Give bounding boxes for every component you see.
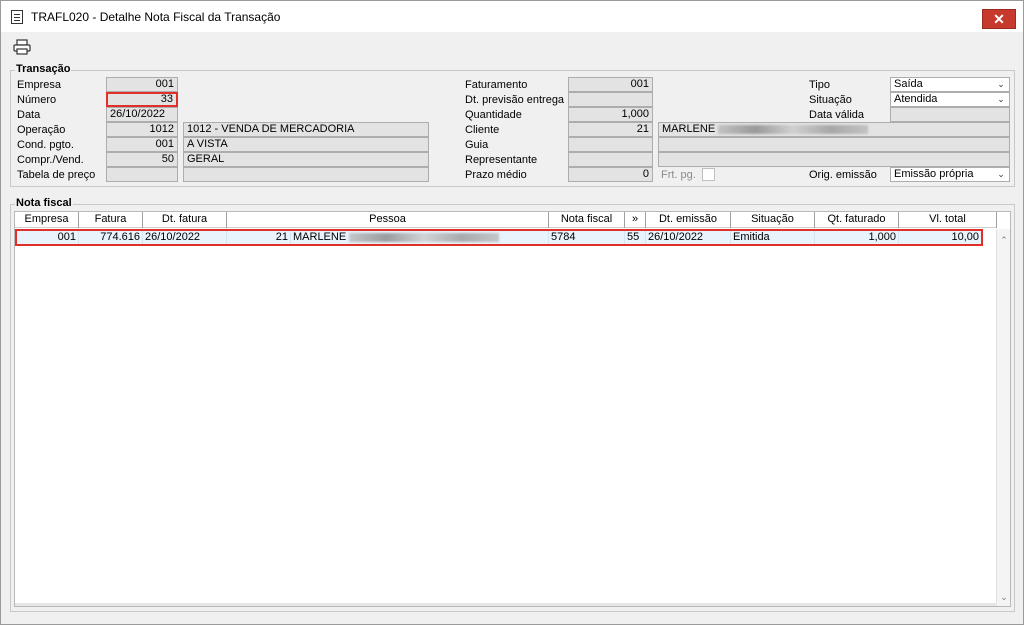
tipo-label: Tipo <box>809 79 830 91</box>
numero-field[interactable]: 33 <box>106 92 178 107</box>
window: TRAFL020 - Detalhe Nota Fiscal da Transa… <box>0 0 1024 625</box>
guia-desc-field <box>658 137 1010 152</box>
nota-fiscal-grid[interactable]: Empresa Fatura Dt. fatura Pessoa Nota fi… <box>14 211 1011 607</box>
scroll-up-icon[interactable]: ⌃ <box>997 233 1011 247</box>
column-header-situacao[interactable]: Situação <box>731 212 815 228</box>
nota-fiscal-group-label: Nota fiscal <box>15 197 73 209</box>
cell-dt-fatura: 26/10/2022 <box>143 231 227 244</box>
empresa-field[interactable]: 001 <box>106 77 178 92</box>
faturamento-field[interactable]: 001 <box>568 77 653 92</box>
orig-emissao-value: Emissão própria <box>894 168 974 180</box>
window-title: TRAFL020 - Detalhe Nota Fiscal da Transa… <box>31 10 281 24</box>
tipo-value: Saída <box>894 78 923 90</box>
data-valida-field[interactable] <box>890 107 1010 122</box>
column-header-nota-fiscal[interactable]: Nota fiscal <box>549 212 625 228</box>
frt-pg-label: Frt. pg. <box>661 169 696 181</box>
document-icon <box>11 10 23 24</box>
cliente-code-field[interactable]: 21 <box>568 122 653 137</box>
tabela-preco-code-field[interactable] <box>106 167 178 182</box>
empresa-label: Empresa <box>17 79 62 91</box>
cell-fatura: 774.616 <box>79 231 143 244</box>
pessoa-name: MARLENE <box>293 231 347 243</box>
situacao-select[interactable]: Atendida ⌄ <box>890 92 1010 107</box>
cell-dt-emissao: 26/10/2022 <box>646 231 731 244</box>
column-header-expand[interactable]: » <box>625 212 646 228</box>
cliente-name: MARLENE <box>662 123 716 135</box>
representante-code-field[interactable] <box>568 152 653 167</box>
column-header-pessoa[interactable]: Pessoa <box>227 212 549 228</box>
column-header-empresa[interactable]: Empresa <box>15 212 79 228</box>
operacao-code-field[interactable]: 1012 <box>106 122 178 137</box>
cell-qt-faturado: 1,000 <box>815 231 899 244</box>
redacted-text <box>718 124 869 134</box>
chevron-down-icon[interactable]: ⌄ <box>994 168 1008 181</box>
compr-vend-desc-field: GERAL <box>183 152 429 167</box>
faturamento-label: Faturamento <box>465 79 528 91</box>
situacao-label: Situação <box>809 94 852 106</box>
compr-vend-label: Compr./Vend. <box>17 154 84 166</box>
operacao-desc-field: 1012 - VENDA DE MERCADORIA <box>183 122 429 137</box>
orig-emissao-select[interactable]: Emissão própria ⌄ <box>890 167 1010 182</box>
dt-prev-entrega-field[interactable] <box>568 92 653 107</box>
printer-icon[interactable] <box>13 39 31 55</box>
quantidade-label: Quantidade <box>465 109 522 121</box>
cell-pessoa-code: 21 <box>227 231 291 244</box>
representante-label: Representante <box>465 154 538 166</box>
scroll-down-icon[interactable]: ⌄ <box>997 590 1011 604</box>
cliente-label: Cliente <box>465 124 500 136</box>
cond-pgto-label: Cond. pgto. <box>17 139 74 151</box>
dt-prev-entrega-label: Dt. previsão entrega <box>465 94 565 106</box>
data-field[interactable]: 26/10/2022 <box>106 107 178 122</box>
representante-desc-field <box>658 152 1010 167</box>
prazo-medio-label: Prazo médio <box>465 169 527 181</box>
numero-label: Número <box>17 94 57 106</box>
chevron-down-icon[interactable]: ⌄ <box>994 93 1008 106</box>
frt-pg-checkbox[interactable] <box>702 168 715 181</box>
toolbar <box>1 32 1023 62</box>
cell-vl-total: 10,00 <box>951 231 979 243</box>
horizontal-scrollbar[interactable] <box>15 603 997 606</box>
cell-pessoa-name: MARLENE <box>291 231 549 244</box>
chevron-down-icon[interactable]: ⌄ <box>994 78 1008 91</box>
vertical-scrollbar[interactable]: ⌃ ⌄ <box>996 229 1010 606</box>
cell-nota-fiscal: 5784 <box>549 231 625 244</box>
cell-serie: 55 <box>625 231 646 244</box>
cond-pgto-desc-field: A VISTA <box>183 137 429 152</box>
tipo-select[interactable]: Saída ⌄ <box>890 77 1010 92</box>
cell-empresa: 001 <box>17 231 79 244</box>
cell-situacao: Emitida <box>731 231 815 244</box>
prazo-medio-field[interactable]: 0 <box>568 167 653 182</box>
title-bar: TRAFL020 - Detalhe Nota Fiscal da Transa… <box>1 1 1023 32</box>
data-label: Data <box>17 109 41 121</box>
cond-pgto-code-field[interactable]: 001 <box>106 137 178 152</box>
tabela-preco-label: Tabela de preço <box>17 169 96 181</box>
transacao-group-label: Transação <box>15 63 72 75</box>
column-header-vl-total[interactable]: Vl. total <box>899 212 997 228</box>
table-row[interactable]: 001 774.616 26/10/2022 21 MARLENE 5784 5… <box>15 229 983 246</box>
grid-header: Empresa Fatura Dt. fatura Pessoa Nota fi… <box>15 212 997 228</box>
compr-vend-code-field[interactable]: 50 <box>106 152 178 167</box>
redacted-text <box>349 232 500 242</box>
data-valida-label: Data válida <box>809 109 865 121</box>
cliente-name-field: MARLENE <box>658 122 1010 137</box>
column-header-qt-faturado[interactable]: Qt. faturado <box>815 212 899 228</box>
close-button[interactable]: ✕ <box>982 9 1016 29</box>
guia-code-field[interactable] <box>568 137 653 152</box>
column-header-dt-emissao[interactable]: Dt. emissão <box>646 212 731 228</box>
column-header-dt-fatura[interactable]: Dt. fatura <box>143 212 227 228</box>
situacao-value: Atendida <box>894 93 938 105</box>
guia-label: Guia <box>465 139 489 151</box>
quantidade-field[interactable]: 1,000 <box>568 107 653 122</box>
orig-emissao-label: Orig. emissão <box>809 169 877 181</box>
operacao-label: Operação <box>17 124 66 136</box>
tabela-preco-desc-field <box>183 167 429 182</box>
column-header-fatura[interactable]: Fatura <box>79 212 143 228</box>
